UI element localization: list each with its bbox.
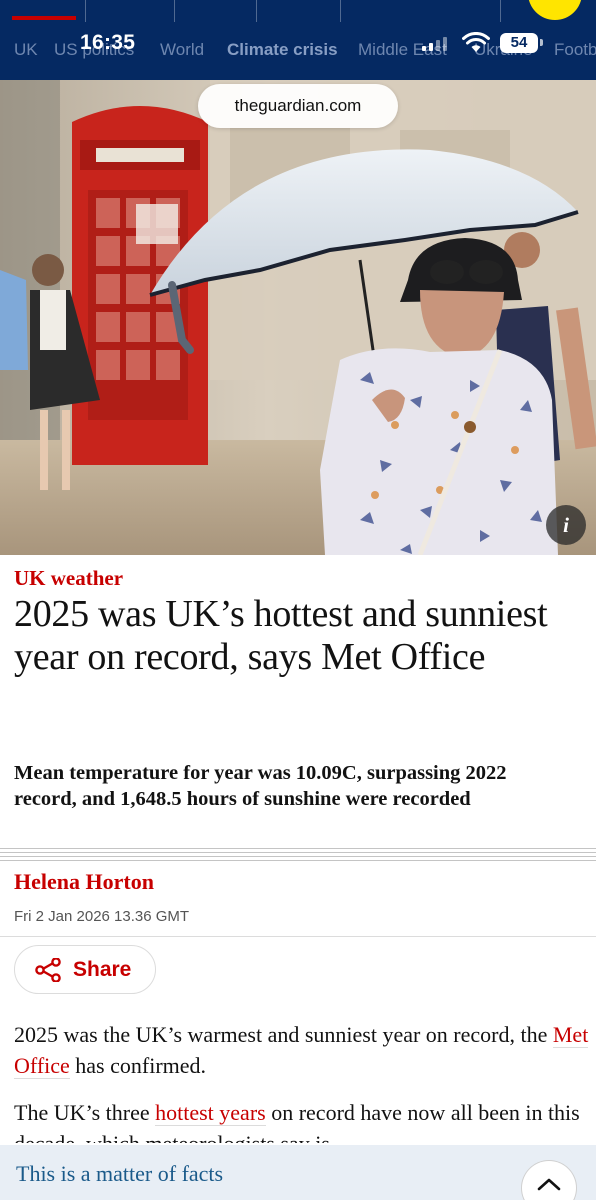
article-kicker[interactable]: UK weather	[14, 566, 123, 591]
signal-icon	[422, 46, 426, 51]
chevron-up-icon	[537, 1178, 561, 1191]
pillar-tabs	[0, 0, 596, 22]
article-headline: 2025 was UK’s hottest and sunniest year …	[14, 593, 548, 678]
share-label: Share	[73, 958, 132, 981]
subnav-item-football[interactable]: Football	[554, 40, 596, 60]
subnav-item-uk[interactable]: UK	[14, 40, 38, 60]
hottest-years-link[interactable]: hottest years	[155, 1100, 266, 1126]
section-divider	[0, 848, 596, 862]
scroll-up-button[interactable]	[522, 1161, 576, 1200]
browser-url-pill[interactable]: theguardian.com	[198, 84, 398, 128]
hero-image: theguardian.com i	[0, 80, 596, 555]
subnav-item-climate-crisis[interactable]: Climate crisis	[227, 40, 338, 60]
paragraph-text: 2025 was the UK’s warmest and sunniest y…	[14, 1022, 553, 1047]
author-byline[interactable]: Helena Horton	[14, 869, 154, 895]
pillar-divider	[174, 0, 175, 22]
rule-line	[0, 860, 596, 861]
banner-text: This is a matter of facts	[16, 1161, 224, 1186]
paragraph-text: The UK’s three	[14, 1100, 156, 1125]
hero-photo-woman-with-umbrella	[0, 80, 596, 555]
pillar-divider	[500, 0, 501, 22]
meta-divider	[0, 936, 596, 937]
subnav-item-world[interactable]: World	[160, 40, 204, 60]
rule-line	[0, 852, 596, 853]
rule-line	[0, 848, 596, 849]
image-info-button[interactable]: i	[546, 505, 586, 545]
share-icon	[35, 958, 61, 982]
article-standfirst: Mean temperature for year was 10.09C, su…	[14, 762, 507, 810]
publish-date: Fri 2 Jan 2026 13.36 GMT	[14, 908, 190, 925]
pillar-divider	[340, 0, 341, 22]
paragraph-text: has confirmed.	[69, 1053, 207, 1078]
active-pillar-indicator	[12, 16, 76, 20]
pillar-divider	[256, 0, 257, 22]
signal-bar	[429, 43, 433, 51]
wifi-icon	[462, 32, 490, 52]
pillar-divider	[85, 0, 86, 22]
battery-icon: 54	[500, 33, 538, 53]
signal-bar	[443, 37, 447, 51]
article-paragraph: The UK’s three hottest years on record h…	[14, 1097, 589, 1143]
share-button[interactable]: Share	[14, 945, 156, 994]
battery-tip	[540, 39, 543, 46]
status-time: 16:35	[80, 31, 136, 54]
signal-bar	[436, 40, 440, 51]
status-icons: 54	[420, 32, 545, 54]
article-paragraph: 2025 was the UK’s warmest and sunniest y…	[14, 1019, 589, 1081]
rule-line	[0, 856, 596, 857]
support-banner[interactable]: This is a matter of facts	[0, 1145, 596, 1200]
